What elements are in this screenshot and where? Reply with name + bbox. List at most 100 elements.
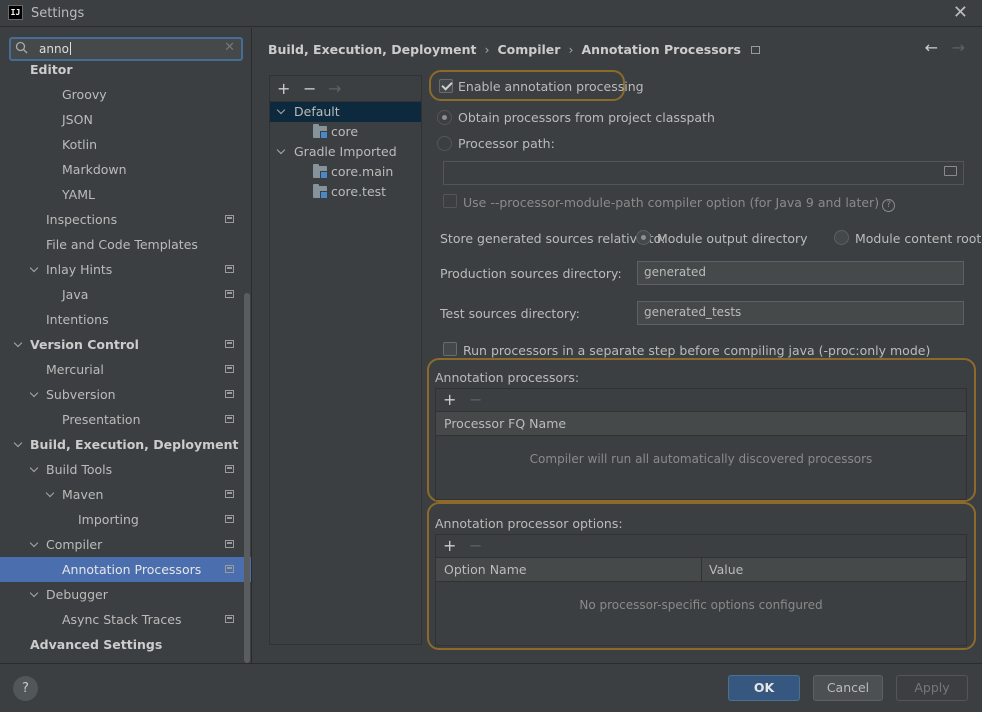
column-divider[interactable]	[701, 558, 702, 582]
module-folder-icon	[313, 164, 328, 179]
module-content-root-radio[interactable]	[834, 230, 849, 245]
sidebar-item-label: Presentation	[62, 412, 141, 427]
sidebar-item-label: Java	[62, 287, 89, 302]
chevron-down-icon[interactable]	[30, 532, 40, 557]
settings-content: Build, Execution, Deployment › Compiler › An…	[252, 28, 982, 663]
chevron-down-icon[interactable]	[14, 432, 24, 457]
close-icon[interactable]: ✕	[953, 2, 968, 23]
profile-item[interactable]: Gradle Imported	[270, 142, 421, 162]
sidebar-item[interactable]: Importing	[0, 507, 251, 532]
add-profile-button[interactable]: +	[277, 79, 290, 98]
annotation-processors-table: + − Processor FQ Name Compiler will run …	[435, 388, 967, 500]
sidebar-item-label: Inspections	[46, 212, 118, 227]
sidebar-item[interactable]: Editor	[0, 57, 251, 82]
sidebar-item-label: Advanced Settings	[30, 637, 163, 652]
processor-path-label[interactable]: Processor path:	[458, 136, 555, 151]
sidebar-item[interactable]: Subversion	[0, 382, 251, 407]
sidebar-item[interactable]: Groovy	[0, 82, 251, 107]
cancel-button[interactable]: Cancel	[813, 675, 883, 701]
sidebar-item[interactable]: File and Code Templates	[0, 232, 251, 257]
module-item[interactable]: core.main	[270, 162, 421, 182]
sidebar-item-label: File and Code Templates	[46, 237, 198, 252]
help-button[interactable]: ?	[13, 676, 38, 701]
sidebar-item[interactable]: Presentation	[0, 407, 251, 432]
sidebar-item[interactable]: Compiler	[0, 532, 251, 557]
browse-folder-icon	[944, 166, 957, 176]
breadcrumb-item[interactable]: Build, Execution, Deployment	[268, 42, 476, 57]
move-to-button: →	[328, 79, 342, 98]
enable-annotation-processing-label[interactable]: Enable annotation processing	[458, 79, 644, 94]
chevron-down-icon[interactable]	[30, 582, 40, 607]
module-label: core.test	[331, 184, 387, 199]
sidebar-item[interactable]: Inspections	[0, 207, 251, 232]
sidebar-item[interactable]: Kotlin	[0, 132, 251, 157]
search-input[interactable]: anno	[39, 42, 71, 56]
sidebar-item[interactable]: YAML	[0, 182, 251, 207]
sidebar-item-label: Debugger	[46, 587, 108, 602]
breadcrumb-item[interactable]: Compiler	[497, 42, 560, 57]
sidebar-item[interactable]: Annotation Processors	[0, 557, 251, 582]
sidebar-item[interactable]: Maven	[0, 482, 251, 507]
obtain-from-classpath-radio[interactable]	[437, 110, 452, 125]
chevron-down-icon[interactable]	[277, 139, 287, 159]
module-output-directory-radio[interactable]	[636, 230, 651, 245]
page-scope-icon	[225, 540, 234, 548]
sidebar-item[interactable]: JSON	[0, 107, 251, 132]
enable-annotation-processing-checkbox[interactable]	[439, 79, 453, 93]
chevron-down-icon[interactable]	[30, 257, 40, 282]
test-sources-field[interactable]: generated_tests	[637, 301, 964, 325]
breadcrumb-separator: ›	[484, 42, 490, 57]
sidebar-item[interactable]: Intentions	[0, 307, 251, 332]
module-content-root-label[interactable]: Module content root	[855, 231, 981, 246]
profile-item[interactable]: Default	[270, 102, 421, 122]
column-header[interactable]: Processor FQ Name	[444, 412, 566, 436]
page-scope-icon	[225, 290, 234, 298]
processor-path-radio[interactable]	[437, 136, 452, 151]
chevron-down-icon[interactable]	[14, 332, 24, 357]
module-item[interactable]: core	[270, 122, 421, 142]
settings-sidebar: anno ✕ Editor Groovy JSON Kotlin Markdown YAM…	[0, 28, 251, 663]
page-scope-icon	[225, 415, 234, 423]
column-header[interactable]: Option Name	[444, 558, 527, 582]
page-scope-icon	[225, 265, 234, 273]
ok-button[interactable]: OK	[728, 675, 800, 701]
page-scope-icon	[225, 515, 234, 523]
module-folder-icon	[313, 184, 328, 199]
chevron-down-icon[interactable]	[46, 482, 56, 507]
sidebar-item[interactable]: Advanced Settings	[0, 632, 251, 657]
processor-options-toolbar: + −	[436, 535, 966, 558]
obtain-from-classpath-label[interactable]: Obtain processors from project classpath	[458, 110, 715, 125]
separate-step-label[interactable]: Run processors in a separate step before…	[463, 343, 930, 358]
processor-path-field	[443, 161, 964, 185]
clear-search-icon[interactable]: ✕	[224, 40, 235, 55]
help-icon: ?	[882, 199, 896, 212]
sidebar-item[interactable]: Mercurial	[0, 357, 251, 382]
add-processor-button[interactable]: +	[443, 390, 456, 409]
sidebar-item[interactable]: Async Stack Traces	[0, 607, 251, 632]
chevron-down-icon[interactable]	[30, 457, 40, 482]
production-sources-field[interactable]: generated	[637, 261, 964, 285]
sidebar-item[interactable]: Build, Execution, Deployment	[0, 432, 251, 457]
dialog-button-bar: ? OK Cancel Apply	[0, 663, 982, 712]
sidebar-item-label: Build, Execution, Deployment	[30, 437, 239, 452]
sidebar-item[interactable]: Version Control	[0, 332, 251, 357]
module-output-directory-label[interactable]: Module output directory	[657, 231, 808, 246]
sidebar-item[interactable]: Markdown	[0, 157, 251, 182]
empty-table-text: Compiler will run all automatically disc…	[529, 452, 873, 466]
sidebar-item[interactable]: Debugger	[0, 582, 251, 607]
page-scope-icon	[225, 215, 234, 223]
remove-option-button: −	[469, 536, 483, 555]
sidebar-item[interactable]: Java	[0, 282, 251, 307]
add-option-button[interactable]: +	[443, 536, 456, 555]
sidebar-item[interactable]: Inlay Hints	[0, 257, 251, 282]
sidebar-item[interactable]: Build Tools	[0, 457, 251, 482]
remove-profile-button[interactable]: −	[303, 79, 316, 98]
chevron-down-icon[interactable]	[277, 99, 287, 119]
module-item[interactable]: core.test	[270, 182, 421, 202]
separate-step-checkbox[interactable]	[443, 342, 457, 356]
back-arrow-icon[interactable]: ←	[925, 38, 938, 57]
sidebar-scrollbar[interactable]	[244, 293, 250, 663]
column-header[interactable]: Value	[709, 558, 743, 582]
chevron-down-icon[interactable]	[30, 382, 40, 407]
module-path-option-checkbox	[443, 194, 457, 208]
